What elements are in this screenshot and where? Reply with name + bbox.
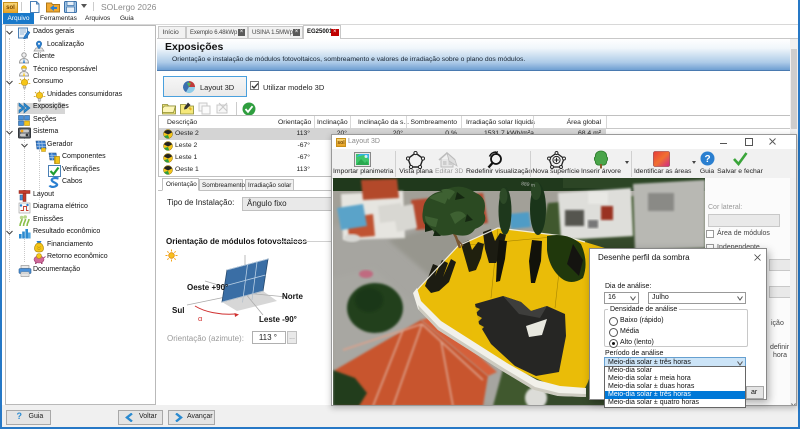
svg-text:Leste -90°: Leste -90° xyxy=(259,315,297,324)
svg-text:Norte: Norte xyxy=(282,292,303,301)
svg-text:α: α xyxy=(198,314,203,323)
svg-text:?: ? xyxy=(704,154,710,165)
svg-text:Sul: Sul xyxy=(172,306,184,315)
svg-text:Oeste +90°: Oeste +90° xyxy=(187,283,228,292)
